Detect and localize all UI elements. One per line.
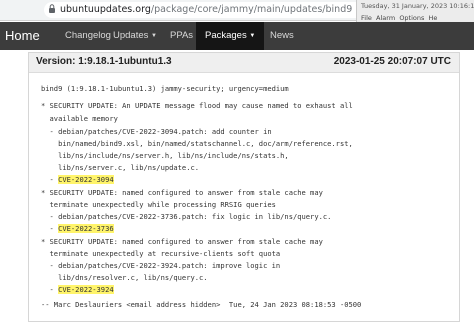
clock-menu-options[interactable]: Options xyxy=(399,14,424,22)
site-navbar: Home Changelog Updates ▼ PPAs Packages ▼… xyxy=(0,22,474,50)
url-path: /package/core/jammy/main/updates/bind9 xyxy=(150,4,353,15)
url-host: ubuntuupdates.org xyxy=(60,4,151,15)
changelog-line: lib/ns/include/ns/server.h, lib/ns/inclu… xyxy=(41,151,289,160)
nav-home-link[interactable]: Home xyxy=(5,22,40,50)
nav-ppas-label: PPAs xyxy=(170,30,194,41)
changelog-cve-line: - CVE-2022-3736 xyxy=(41,224,114,233)
cve-highlight: CVE-2022-3736 xyxy=(58,224,114,233)
clock-menu-alarm[interactable]: Alarm xyxy=(376,14,395,22)
clock-menu-file[interactable]: File xyxy=(361,14,372,22)
changelog-header: bind9 (1:9.18.1-1ubuntu1.3) jammy-securi… xyxy=(41,84,289,93)
changelog-cve-line: - CVE-2022-3094 xyxy=(41,175,114,184)
changelog-line: terminate unexpectedly while processing … xyxy=(41,200,276,209)
nav-updates-label: Updates xyxy=(113,30,149,41)
changelog-line: - debian/patches/CVE-2022-3094.patch: ad… xyxy=(41,127,272,136)
changelog-signature: -- Marc Deslauriers <email address hidde… xyxy=(41,300,362,309)
changelog-line: * SECURITY UPDATE: named configured to a… xyxy=(41,188,323,197)
changelog-line: lib/ns/server.c, lib/ns/update.c. xyxy=(41,163,200,172)
cve-highlight: CVE-2022-3924 xyxy=(58,285,114,294)
chevron-down-icon: ▼ xyxy=(249,33,256,39)
changelog-line: lib/dns/resolver.c, lib/ns/query.c. xyxy=(41,273,208,282)
changelog-line: - debian/patches/CVE-2022-3924.patch: im… xyxy=(41,261,281,270)
cve-highlight: CVE-2022-3094 xyxy=(58,175,114,184)
changelog-line: available memory xyxy=(41,114,118,123)
changelog-line: terminate unexpectedly at recursive-clie… xyxy=(41,249,281,258)
nav-packages[interactable]: Packages ▼ xyxy=(196,22,265,50)
changelog-line: * SECURITY UPDATE: named configured to a… xyxy=(41,237,323,246)
changelog-line: bin/named/bind9.xsl, bin/named/statschan… xyxy=(41,139,353,148)
nav-packages-label: Packages xyxy=(205,30,247,41)
changelog-body: bind9 (1:9.18.1-1ubuntu1.3) jammy-securi… xyxy=(29,53,459,321)
clock-menu: File Alarm Options He xyxy=(361,14,437,22)
changelog-line: * SECURITY UPDATE: An UPDATE message flo… xyxy=(41,101,353,110)
changelog-line: - debian/patches/CVE-2022-3736.patch: fi… xyxy=(41,212,332,221)
nav-news[interactable]: News xyxy=(256,22,308,50)
nav-news-label: News xyxy=(270,30,294,41)
lock-icon[interactable] xyxy=(44,2,60,18)
clock-date: Tuesday, 31 January, 2023 10:16:12 xyxy=(361,2,474,10)
version-panel: Version: 1:9.18.1-1ubuntu1.3 2023-01-25 … xyxy=(28,52,460,322)
changelog-cve-line: - CVE-2022-3924 xyxy=(41,285,114,294)
clock-menu-help[interactable]: He xyxy=(429,14,438,22)
